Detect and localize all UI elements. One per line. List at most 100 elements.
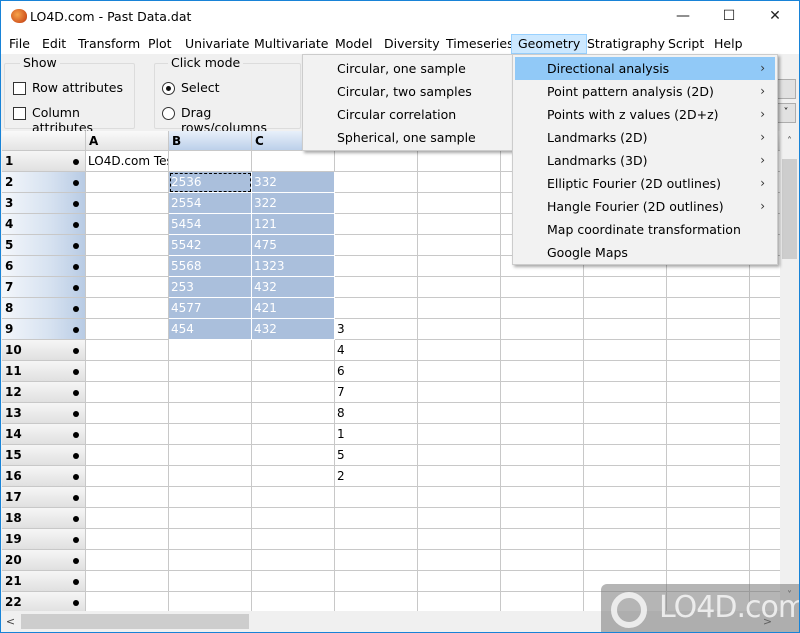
grid-cell[interactable] [86,214,169,235]
grid-cell[interactable] [584,508,667,529]
grid-cell[interactable]: 3 [335,319,418,340]
grid-cell[interactable]: 432 [252,277,335,298]
grid-cell[interactable] [86,319,169,340]
grid-cell[interactable] [418,424,501,445]
grid-cell[interactable]: 432 [252,319,335,340]
grid-cell[interactable] [169,550,252,571]
grid-cell[interactable] [169,508,252,529]
grid-cell[interactable] [501,592,584,611]
grid-cell[interactable] [86,550,169,571]
row-header[interactable]: 16 [2,466,86,487]
grid-cell[interactable] [169,571,252,592]
grid-cell[interactable] [169,424,252,445]
grid-cell[interactable] [335,487,418,508]
vertical-scroll-thumb[interactable] [782,159,797,259]
row-header[interactable]: 22 [2,592,86,611]
geometry-menu-item[interactable]: Elliptic Fourier (2D outlines) › [515,172,775,195]
grid-cell[interactable] [667,487,750,508]
row-header[interactable]: 1 [2,151,86,172]
grid-cell[interactable]: 1 [335,424,418,445]
grid-cell[interactable] [418,193,501,214]
grid-cell[interactable] [418,319,501,340]
grid-cell[interactable] [667,403,750,424]
grid-cell[interactable] [418,403,501,424]
grid-cell[interactable] [667,298,750,319]
row-header[interactable]: 18 [2,508,86,529]
row-header[interactable]: 14 [2,424,86,445]
scroll-left-icon[interactable]: < [2,611,19,632]
grid-cell[interactable] [750,298,780,319]
grid-cell[interactable] [750,529,780,550]
column-header[interactable]: A [86,131,169,151]
row-header[interactable]: 12 [2,382,86,403]
row-header[interactable]: 7 [2,277,86,298]
grid-cell[interactable] [667,508,750,529]
grid-cell[interactable]: 475 [252,235,335,256]
grid-cell[interactable] [501,529,584,550]
menu-timeseries[interactable]: Timeseries [440,34,520,54]
submenu-circular-two-samples[interactable]: Circular, two samples [305,80,512,103]
select-radio[interactable] [162,82,175,95]
grid-cell[interactable] [86,424,169,445]
grid-cell[interactable] [252,445,335,466]
geometry-menu-item[interactable]: Google Maps [515,241,775,264]
grid-cell[interactable] [418,445,501,466]
grid-cell[interactable] [667,529,750,550]
grid-cell[interactable] [169,445,252,466]
minimize-button[interactable]: — [660,1,706,32]
row-header[interactable]: 19 [2,529,86,550]
grid-cell[interactable] [335,235,418,256]
geometry-menu-item[interactable]: Landmarks (2D) › [515,126,775,149]
menu-geometry[interactable]: Geometry [511,34,588,54]
row-header[interactable]: 4 [2,214,86,235]
row-header[interactable]: 8 [2,298,86,319]
grid-cell[interactable] [169,529,252,550]
column-attributes-checkbox[interactable] [13,107,26,120]
row-header[interactable]: 17 [2,487,86,508]
grid-cell[interactable] [418,235,501,256]
grid-cell[interactable] [501,403,584,424]
grid-cell[interactable] [169,151,252,172]
grid-cell[interactable] [252,151,335,172]
grid-cell[interactable] [335,571,418,592]
grid-cell[interactable] [252,340,335,361]
grid-cell[interactable] [584,298,667,319]
grid-cell[interactable] [418,508,501,529]
grid-cell[interactable] [418,487,501,508]
grid-cell[interactable] [86,466,169,487]
grid-cell[interactable] [584,340,667,361]
grid-cell[interactable] [335,151,418,172]
grid-cell[interactable] [418,277,501,298]
grid-cell[interactable] [750,508,780,529]
toolbar-button[interactable] [776,79,796,99]
row-header[interactable]: 6 [2,256,86,277]
menu-help[interactable]: Help [708,34,749,54]
geometry-menu-item[interactable]: Directional analysis › [515,57,775,80]
submenu-spherical-one-sample[interactable]: Spherical, one sample [305,126,512,149]
scroll-up-icon[interactable]: ˄ [780,133,799,150]
grid-cell[interactable]: 5 [335,445,418,466]
geometry-menu-item[interactable]: Landmarks (3D) › [515,149,775,172]
grid-cell[interactable]: 454 [169,319,252,340]
grid-cell[interactable] [418,550,501,571]
grid-cell[interactable] [584,361,667,382]
grid-cell[interactable] [86,361,169,382]
grid-cell[interactable] [667,277,750,298]
grid-cell[interactable] [584,445,667,466]
grid-cell[interactable] [501,550,584,571]
geometry-menu-item[interactable]: Map coordinate transformation [515,218,775,241]
grid-cell[interactable] [584,550,667,571]
grid-cell[interactable] [750,319,780,340]
grid-cell[interactable]: 7 [335,382,418,403]
grid-cell[interactable] [667,445,750,466]
grid-cell[interactable] [418,592,501,611]
column-header[interactable]: B [169,131,252,151]
grid-cell[interactable] [750,382,780,403]
toolbar-dropdown-chevron-down-icon[interactable]: ˅ [776,103,796,123]
row-header[interactable]: 15 [2,445,86,466]
menu-edit[interactable]: Edit [36,34,72,54]
grid-cell[interactable] [86,235,169,256]
grid-cell[interactable] [252,487,335,508]
menu-univariate[interactable]: Univariate [179,34,255,54]
row-header[interactable]: 9 [2,319,86,340]
